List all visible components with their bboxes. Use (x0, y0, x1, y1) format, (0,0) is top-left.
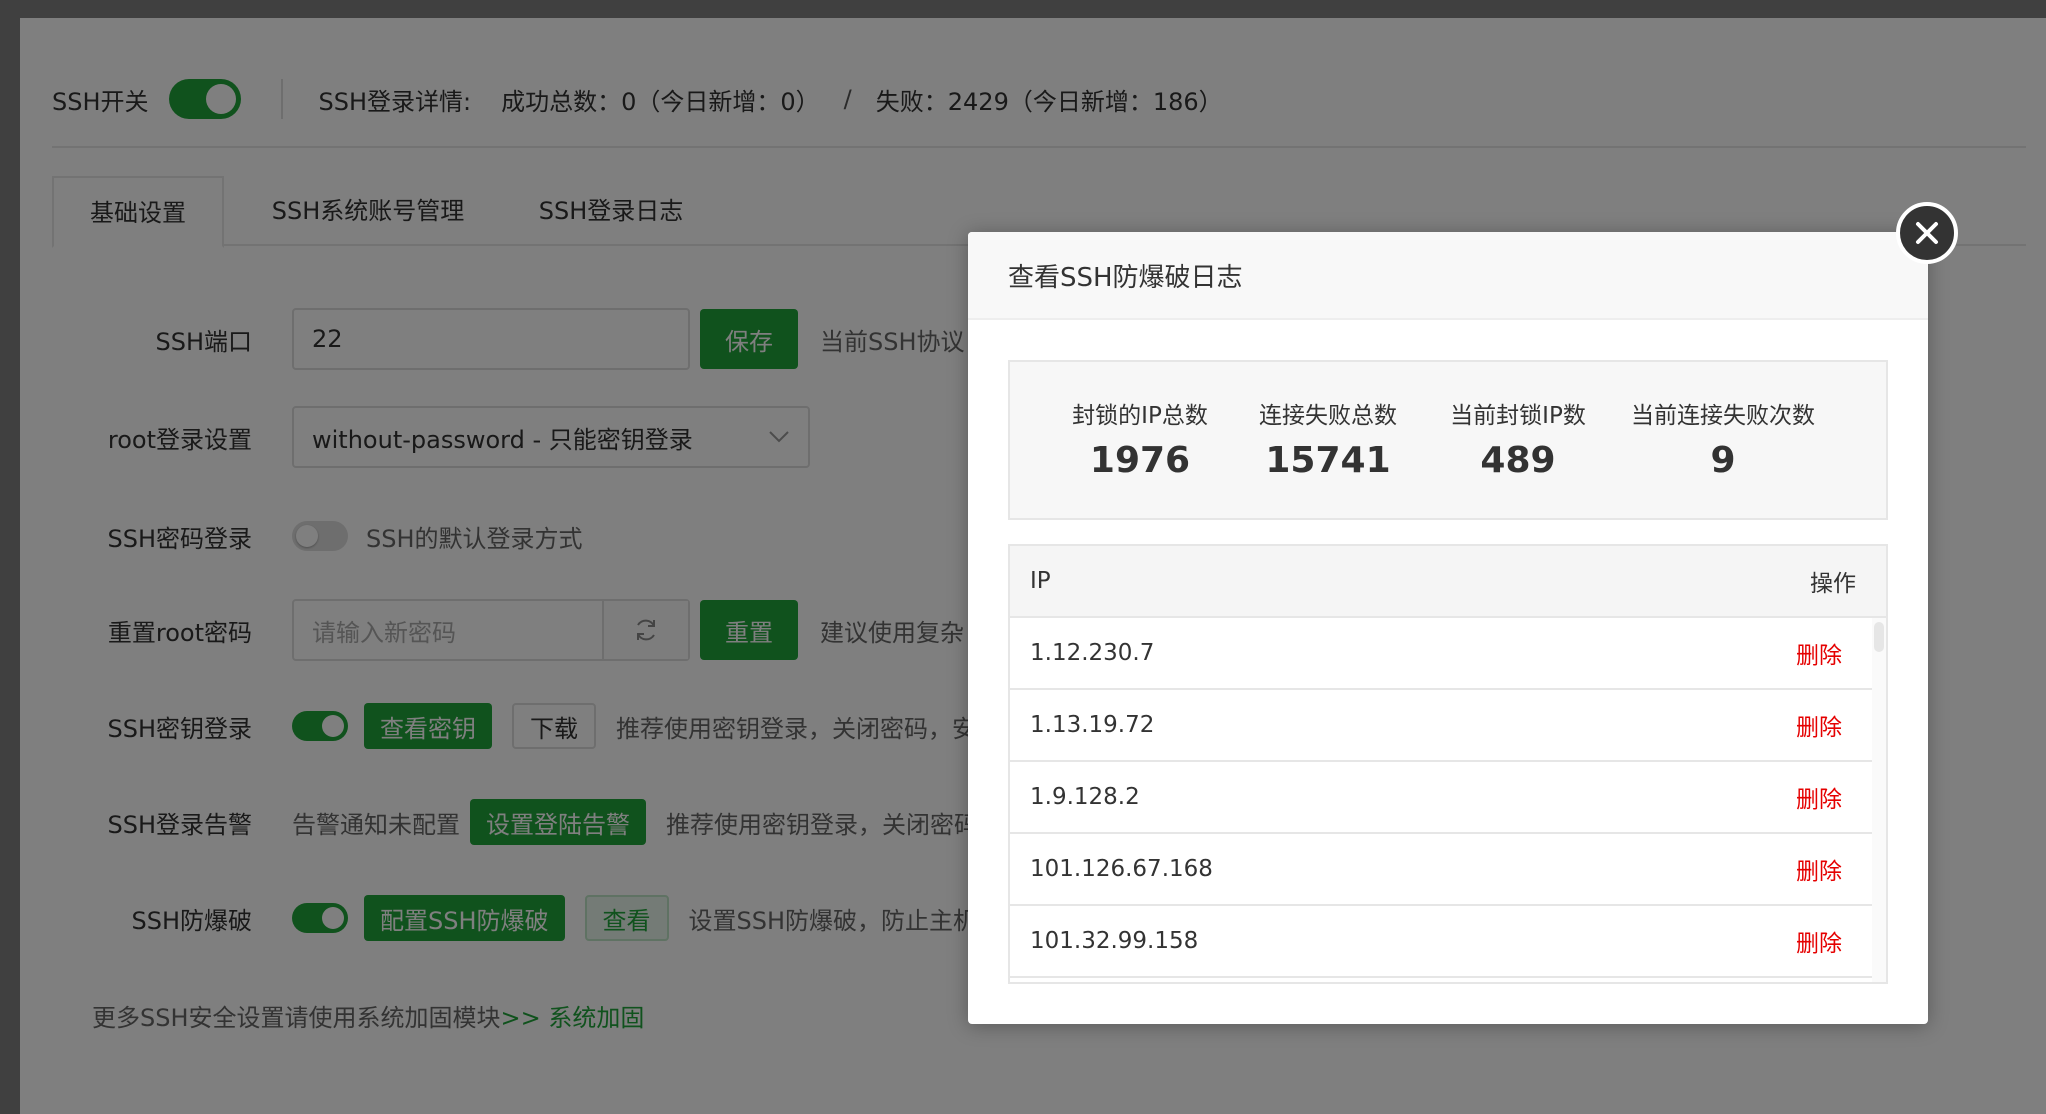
brute-force-stats: 封锁的IP总数 1976 连接失败总数 15741 当前封锁IP数 489 当前… (1008, 360, 1888, 520)
delete-ip-button[interactable]: 删除 (1796, 708, 1842, 742)
modal-header: 查看SSH防爆破日志 (968, 232, 1928, 320)
stat-value: 9 (1710, 440, 1736, 481)
row-ip: 101.32.99.158 (1030, 928, 1199, 954)
row-ip: 1.13.19.72 (1030, 712, 1155, 738)
blocked-ip-table: IP 操作 1.12.230.7 删除 1.13.19.72 删除 1.9.12… (1008, 544, 1888, 984)
stat-value: 15741 (1265, 440, 1391, 481)
table-row: 1.9.128.2 删除 (1010, 762, 1872, 834)
table-scrollbar[interactable] (1872, 618, 1886, 982)
delete-ip-button[interactable]: 删除 (1796, 636, 1842, 670)
stat-label: 当前连接失败次数 (1631, 403, 1815, 429)
column-ip: IP (1030, 568, 1051, 594)
stat-current-fail-count: 当前连接失败次数 9 (1618, 396, 1828, 481)
stat-current-blocked-ip: 当前封锁IP数 489 (1428, 396, 1608, 481)
row-ip: 101.126.67.168 (1030, 856, 1213, 882)
delete-ip-button[interactable]: 删除 (1796, 780, 1842, 814)
stat-label: 当前封锁IP数 (1450, 403, 1586, 429)
close-icon (1916, 222, 1938, 244)
delete-ip-button[interactable]: 删除 (1796, 852, 1842, 886)
delete-ip-button[interactable]: 删除 (1796, 924, 1842, 958)
brute-force-log-modal: 查看SSH防爆破日志 封锁的IP总数 1976 连接失败总数 15741 当前封… (968, 232, 1928, 1024)
table-row: 101.126.67.168 删除 (1010, 834, 1872, 906)
stat-connect-fail-total: 连接失败总数 15741 (1238, 396, 1418, 481)
modal-title: 查看SSH防爆破日志 (1008, 262, 1243, 293)
table-header: IP 操作 (1010, 546, 1886, 618)
stat-label: 连接失败总数 (1259, 403, 1397, 429)
stat-blocked-ip-total: 封锁的IP总数 1976 (1050, 396, 1230, 481)
row-ip: 1.12.230.7 (1030, 640, 1155, 666)
table-row: 1.13.19.72 删除 (1010, 690, 1872, 762)
stat-value: 1976 (1089, 440, 1191, 481)
table-row: 101.32.99.158 删除 (1010, 906, 1872, 978)
close-modal-button[interactable] (1896, 202, 1958, 264)
row-ip: 1.9.128.2 (1030, 784, 1140, 810)
stat-label: 封锁的IP总数 (1072, 403, 1208, 429)
scrollbar-thumb[interactable] (1874, 622, 1884, 652)
column-action: 操作 (1810, 571, 1856, 597)
table-row: 1.12.230.7 删除 (1010, 618, 1872, 690)
stat-value: 489 (1480, 440, 1556, 481)
